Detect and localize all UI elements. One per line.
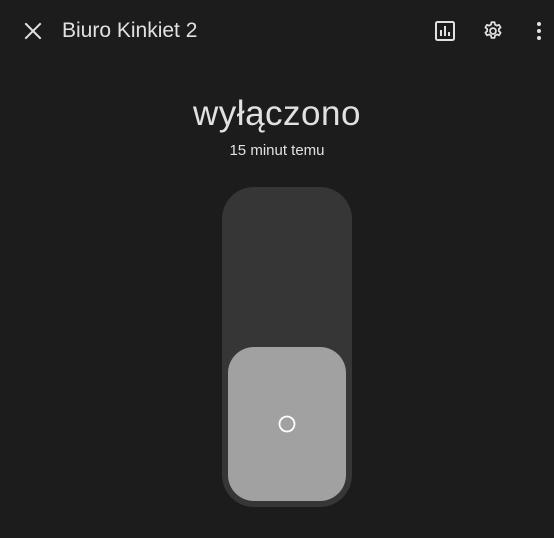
more-button[interactable] <box>521 11 554 51</box>
state-label: wyłączono <box>193 94 361 133</box>
dialog-title: Biuro Kinkiet 2 <box>62 19 198 42</box>
power-off-circle-icon <box>278 415 296 433</box>
more-vertical-icon <box>537 22 541 40</box>
toggle-knob[interactable] <box>228 347 346 501</box>
settings-button[interactable] <box>473 11 513 51</box>
power-toggle[interactable] <box>222 187 352 507</box>
dialog-header: Biuro Kinkiet 2 <box>0 0 554 62</box>
close-button[interactable] <box>13 11 53 51</box>
bar-chart-icon <box>435 21 455 41</box>
close-icon <box>24 22 42 40</box>
last-changed-label: 15 minut temu <box>229 142 325 159</box>
more-info-dialog: Biuro Kinkiet 2 wyłączono 15 minut temu <box>0 0 554 538</box>
history-button[interactable] <box>425 11 465 51</box>
gear-icon <box>484 21 502 39</box>
